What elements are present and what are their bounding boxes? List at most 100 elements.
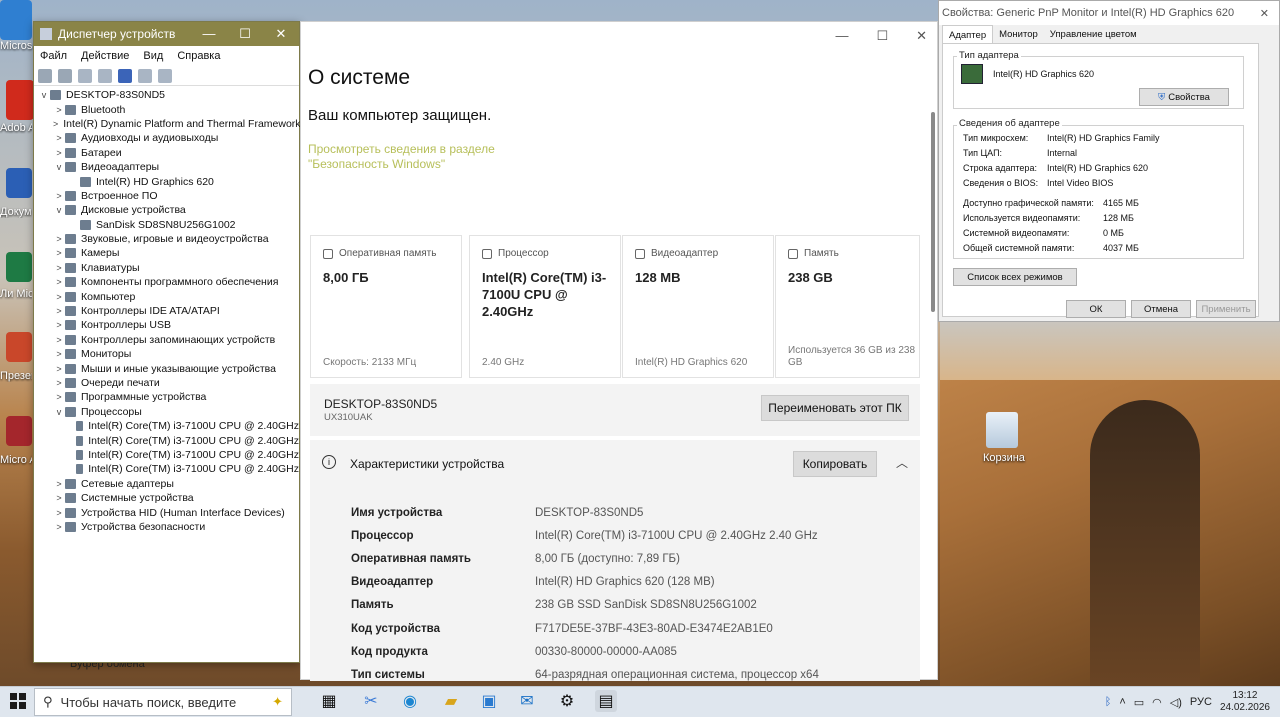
clock[interactable]: 13:12 24.02.2026 — [1220, 690, 1270, 714]
chevron-right-icon[interactable]: > — [53, 133, 65, 143]
device-tree-item[interactable]: > Сетевые адаптеры — [34, 477, 299, 491]
chevron-right-icon[interactable]: > — [53, 378, 65, 388]
chevron-down-icon[interactable]: v — [53, 205, 65, 215]
acrobat-desktop-icon[interactable] — [6, 80, 34, 120]
device-tree-item[interactable]: > Устройства безопасности — [34, 520, 299, 534]
close-icon[interactable]: ✕ — [1260, 7, 1269, 20]
minimize-icon[interactable]: — — [835, 28, 848, 44]
device-tree-item[interactable]: v Процессоры — [34, 405, 299, 419]
bluetooth-icon[interactable]: ᛒ — [1105, 696, 1112, 708]
maximize-icon[interactable]: ☐ — [876, 28, 888, 44]
device-manager-taskbar-icon[interactable]: ▤ — [595, 690, 617, 712]
chevron-right-icon[interactable]: > — [53, 119, 58, 129]
device-tree-item[interactable]: > Контроллеры USB — [34, 318, 299, 332]
device-tree-item[interactable]: v Дисковые устройства — [34, 203, 299, 217]
menu-file[interactable]: Файл — [40, 50, 67, 62]
device-tree-item[interactable]: Intel(R) Core(TM) i3-7100U CPU @ 2.40GHz — [34, 419, 299, 433]
device-tree-item[interactable]: > Мониторы — [34, 347, 299, 361]
device-tree-item[interactable]: Intel(R) Core(TM) i3-7100U CPU @ 2.40GHz — [34, 448, 299, 462]
device-tree-item[interactable]: > Камеры — [34, 246, 299, 260]
chevron-right-icon[interactable]: > — [53, 306, 65, 316]
cancel-button[interactable]: Отмена — [1131, 300, 1191, 318]
chevron-right-icon[interactable]: > — [53, 277, 65, 287]
tab-color-management[interactable]: Управление цветом — [1044, 25, 1143, 43]
chevron-right-icon[interactable]: > — [53, 349, 65, 359]
forward-icon[interactable] — [58, 68, 72, 83]
rename-pc-button[interactable]: Переименовать этот ПК — [761, 395, 909, 421]
device-tree-item[interactable]: Intel(R) Core(TM) i3-7100U CPU @ 2.40GHz — [34, 433, 299, 447]
chevron-right-icon[interactable]: > — [53, 292, 65, 302]
device-tree-item[interactable]: v DESKTOP-83S0ND5 — [34, 88, 299, 102]
chevron-down-icon[interactable]: v — [53, 162, 65, 172]
device-tree-item[interactable]: > Батареи — [34, 146, 299, 160]
device-tree-item[interactable]: > Компьютер — [34, 289, 299, 303]
chevron-right-icon[interactable]: > — [53, 191, 65, 201]
device-tree-item[interactable]: SanDisk SD8SN8U256G1002 — [34, 218, 299, 232]
settings-icon[interactable]: ⚙ — [556, 690, 578, 712]
chevron-right-icon[interactable]: > — [53, 364, 65, 374]
specs-header[interactable]: i Характеристики устройства Копировать ︿ — [310, 440, 920, 485]
powerpoint-desktop-icon[interactable] — [6, 332, 32, 362]
device-tree-item[interactable]: > Очереди печати — [34, 376, 299, 390]
list-all-modes-button[interactable]: Список всех режимов — [953, 268, 1077, 286]
word-desktop-icon[interactable] — [6, 168, 32, 198]
file-explorer-icon[interactable]: ▰ — [440, 690, 462, 712]
chevron-right-icon[interactable]: > — [53, 508, 65, 518]
outlook-icon[interactable]: ✉ — [516, 690, 538, 712]
chevron-right-icon[interactable]: > — [53, 493, 65, 503]
device-tree-item[interactable]: Intel(R) Core(TM) i3-7100U CPU @ 2.40GHz — [34, 462, 299, 476]
monitor-icon[interactable] — [158, 68, 172, 83]
wifi-icon[interactable]: ◠ — [1152, 696, 1162, 709]
device-tree-item[interactable]: > Встроенное ПО — [34, 189, 299, 203]
tab-adapter[interactable]: Адаптер — [942, 25, 994, 43]
device-tree-item[interactable]: > Компоненты программного обеспечения — [34, 275, 299, 289]
properties-icon[interactable] — [78, 68, 92, 83]
chevron-right-icon[interactable]: > — [53, 335, 65, 345]
maximize-icon[interactable]: ☐ — [227, 26, 263, 42]
menu-view[interactable]: Вид — [143, 50, 163, 62]
device-tree-item[interactable]: > Мыши и иные указывающие устройства — [34, 361, 299, 375]
chevron-right-icon[interactable]: > — [53, 522, 65, 532]
close-icon[interactable]: ✕ — [263, 26, 299, 42]
device-tree-item[interactable]: > Клавиатуры — [34, 261, 299, 275]
access-desktop-icon[interactable] — [6, 416, 32, 446]
store-icon[interactable]: ▣ — [478, 690, 500, 712]
battery-icon[interactable]: ▭ — [1134, 696, 1144, 709]
device-tree-item[interactable]: > Аудиовходы и аудиовыходы — [34, 131, 299, 145]
device-tree-item[interactable]: > Контроллеры запоминающих устройств — [34, 333, 299, 347]
device-tree-item[interactable]: > Bluetooth — [34, 102, 299, 116]
chevron-down-icon[interactable]: v — [38, 90, 50, 100]
task-view-icon[interactable]: ▦ — [318, 690, 340, 712]
chevron-up-icon[interactable]: ︿ — [896, 454, 908, 471]
security-link[interactable]: Просмотреть сведения в разделе "Безопасн… — [308, 142, 578, 172]
update-driver-icon[interactable] — [98, 68, 112, 83]
copy-button[interactable]: Копировать — [793, 451, 877, 477]
adapter-properties-button[interactable]: ⛨ Свойства — [1139, 88, 1229, 106]
chevron-down-icon[interactable]: v — [53, 407, 65, 417]
tab-monitor[interactable]: Монитор — [993, 25, 1044, 43]
device-tree-item[interactable]: > Системные устройства — [34, 491, 299, 505]
menu-action[interactable]: Действие — [81, 50, 129, 62]
start-button[interactable] — [10, 693, 26, 709]
device-tree-item[interactable]: > Intel(R) Dynamic Platform and Thermal F… — [34, 117, 301, 131]
help-icon[interactable] — [118, 68, 132, 83]
device-tree-item[interactable]: > Контроллеры IDE ATA/ATAPI — [34, 304, 299, 318]
device-tree-item[interactable]: > Звуковые, игровые и видеоустройства — [34, 232, 299, 246]
chevron-right-icon[interactable]: > — [53, 392, 65, 402]
edge-taskbar-icon[interactable]: ◉ — [399, 690, 421, 712]
edge-desktop-icon[interactable] — [0, 0, 32, 40]
language-indicator[interactable]: РУС — [1190, 696, 1212, 708]
scan-icon[interactable] — [138, 68, 152, 83]
chevron-right-icon[interactable]: > — [53, 320, 65, 330]
menu-help[interactable]: Справка — [177, 50, 220, 62]
device-tree-item[interactable]: Intel(R) HD Graphics 620 — [34, 174, 299, 188]
device-tree-item[interactable]: v Видеоадаптеры — [34, 160, 299, 174]
back-icon[interactable] — [38, 68, 52, 83]
chevron-right-icon[interactable]: > — [53, 148, 65, 158]
chevron-right-icon[interactable]: > — [53, 105, 65, 115]
chevron-up-icon[interactable]: ˄ — [1119, 696, 1125, 708]
chevron-right-icon[interactable]: > — [53, 479, 65, 489]
minimize-icon[interactable]: — — [191, 26, 227, 42]
apply-button[interactable]: Применить — [1196, 300, 1256, 318]
recycle-bin-icon[interactable] — [986, 412, 1018, 448]
